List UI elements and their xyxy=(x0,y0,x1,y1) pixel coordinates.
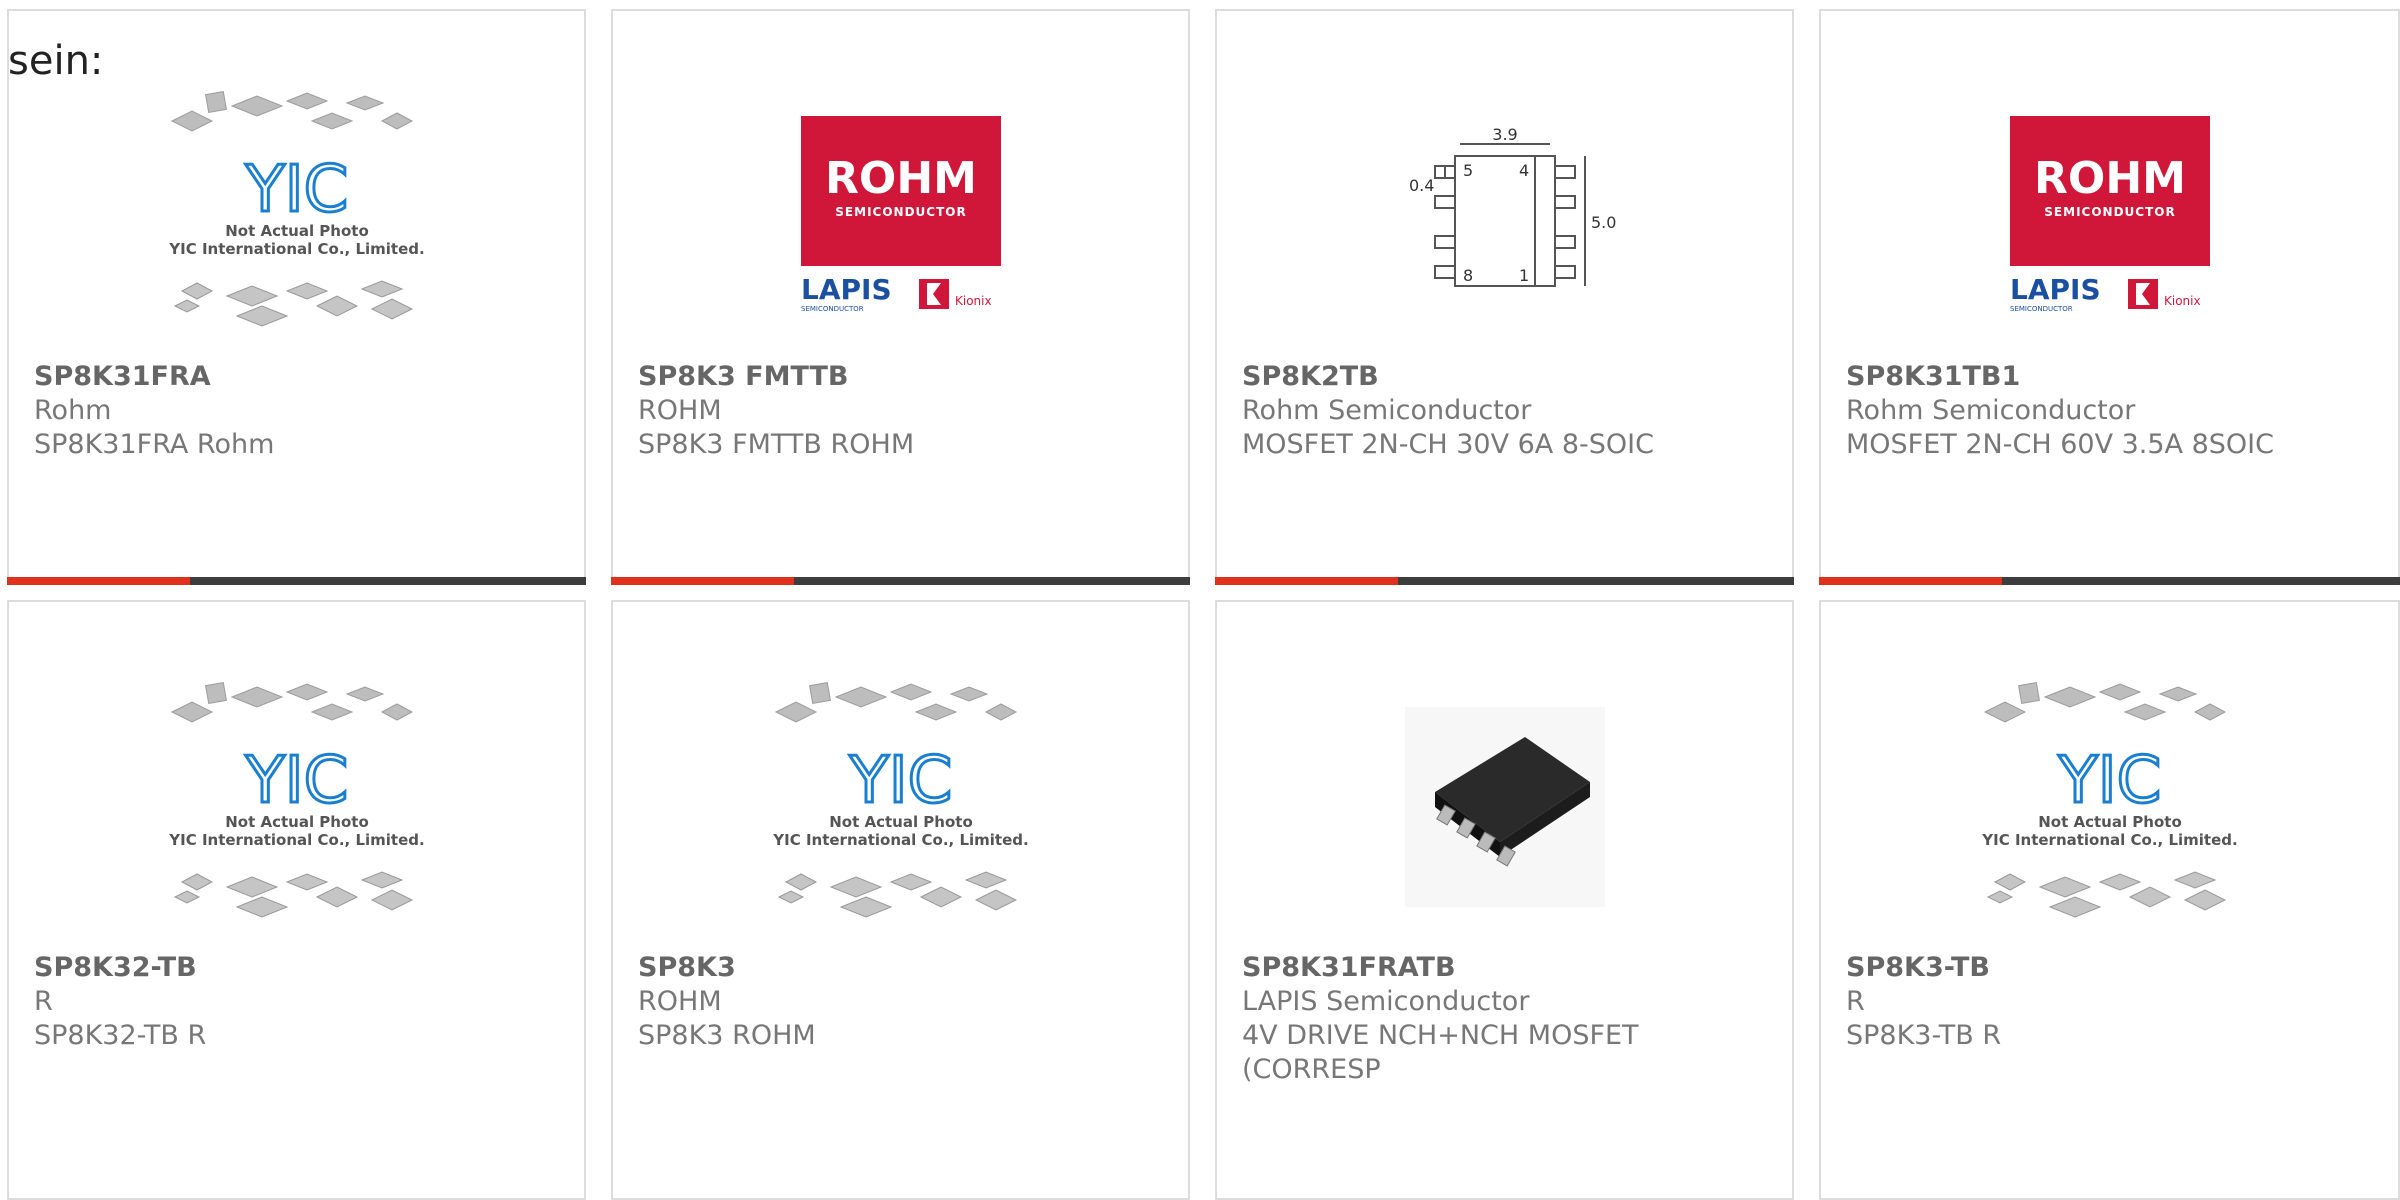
svg-text:SEMICONDUCTOR: SEMICONDUCTOR xyxy=(835,205,966,219)
product-description: SP8K3-TB R xyxy=(1846,1020,2002,1051)
svg-text:LAPIS: LAPIS xyxy=(801,273,892,306)
soic-diagram-image: 3.9 5.0 0.4 5 4 8 1 xyxy=(1409,125,1616,287)
product-description-line2: (CORRESP xyxy=(1242,1054,1381,1085)
product-image: YIC Not Actual Photo YIC International C… xyxy=(9,672,584,942)
product-manufacturer: Rohm Semiconductor xyxy=(1242,395,1532,426)
product-card[interactable]: YIC Not Actual Photo YIC International C… xyxy=(7,600,586,1200)
svg-text:SEMICONDUCTOR: SEMICONDUCTOR xyxy=(801,305,864,313)
intro-text: sein: xyxy=(8,38,104,84)
svg-text:YIC: YIC xyxy=(2057,744,2161,818)
product-description: MOSFET 2N-CH 60V 3.5A 8SOIC xyxy=(1846,429,2274,460)
card-accent-bar xyxy=(7,577,586,585)
svg-text:Not Actual Photo: Not Actual Photo xyxy=(829,813,973,831)
placeholder-line1: Not Actual Photo xyxy=(225,222,369,240)
card-accent-bar xyxy=(1215,577,1794,585)
product-part-number[interactable]: SP8K3 FMTTB xyxy=(638,361,848,392)
svg-text:8: 8 xyxy=(1463,266,1473,285)
product-image: YIC Not Actual Photo YIC International C… xyxy=(613,672,1188,942)
product-description: MOSFET 2N-CH 30V 6A 8-SOIC xyxy=(1242,429,1654,460)
product-card[interactable]: SP8K31FRATB LAPIS Semiconductor 4V DRIVE… xyxy=(1215,600,1794,1200)
product-manufacturer: Rohm Semiconductor xyxy=(1846,395,2136,426)
card-accent-bar xyxy=(611,577,1190,585)
product-image: ROHM SEMICONDUCTOR LAPIS SEMICONDUCTOR K… xyxy=(1821,81,2398,351)
product-image xyxy=(1217,672,1792,942)
product-manufacturer: ROHM xyxy=(638,395,722,426)
svg-text:SEMICONDUCTOR: SEMICONDUCTOR xyxy=(2010,305,2073,313)
placeholder-line2: YIC International Co., Limited. xyxy=(168,240,424,258)
product-manufacturer: R xyxy=(1846,986,1865,1017)
product-description: SP8K3 FMTTB ROHM xyxy=(638,429,915,460)
product-card[interactable]: YIC Not Actual Photo YIC International C… xyxy=(1819,600,2400,1200)
svg-text:SEMICONDUCTOR: SEMICONDUCTOR xyxy=(2044,205,2175,219)
product-manufacturer: ROHM xyxy=(638,986,722,1017)
product-image: ROHM SEMICONDUCTOR LAPIS SEMICONDUCTOR K… xyxy=(613,81,1188,351)
yic-placeholder-image: YIC Not Actual Photo YIC International C… xyxy=(772,682,1028,918)
product-part-number[interactable]: SP8K3 xyxy=(638,952,736,983)
svg-text:LAPIS: LAPIS xyxy=(2010,273,2101,306)
yic-placeholder-image: YIC Not Actual Photo YIC International C… xyxy=(168,91,424,327)
product-description: SP8K32-TB R xyxy=(34,1020,207,1051)
rohm-logo-image: ROHM SEMICONDUCTOR LAPIS SEMICONDUCTOR K… xyxy=(2009,116,2210,313)
product-description: 4V DRIVE NCH+NCH MOSFET xyxy=(1242,1020,1639,1051)
product-image: YIC Not Actual Photo YIC International C… xyxy=(1821,672,2398,942)
product-part-number[interactable]: SP8K2TB xyxy=(1242,361,1379,392)
product-manufacturer: LAPIS Semiconductor xyxy=(1242,986,1530,1017)
product-manufacturer: Rohm xyxy=(34,395,112,426)
svg-text:ROHM: ROHM xyxy=(825,153,977,204)
yic-placeholder-image: YIC Not Actual Photo YIC International C… xyxy=(168,682,424,918)
svg-text:Kionix: Kionix xyxy=(955,294,992,308)
svg-text:4: 4 xyxy=(1519,161,1529,180)
svg-text:YIC International Co., Limited: YIC International Co., Limited. xyxy=(772,831,1028,849)
svg-text:YIC International Co., Limited: YIC International Co., Limited. xyxy=(1981,831,2237,849)
soic-chip-photo-image xyxy=(1404,707,1605,907)
product-part-number[interactable]: SP8K31TB1 xyxy=(1846,361,2020,392)
svg-text:3.9: 3.9 xyxy=(1492,125,1517,144)
yic-placeholder-image: YIC Not Actual Photo YIC International C… xyxy=(1981,682,2237,918)
product-description: SP8K31FRA Rohm xyxy=(34,429,275,460)
svg-text:1: 1 xyxy=(1519,266,1529,285)
product-part-number[interactable]: SP8K32-TB xyxy=(34,952,197,983)
product-manufacturer: R xyxy=(34,986,53,1017)
svg-text:YIC: YIC xyxy=(848,744,952,818)
svg-text:5.0: 5.0 xyxy=(1591,213,1616,232)
rohm-logo-image: ROHM SEMICONDUCTOR LAPIS SEMICONDUCTOR K… xyxy=(800,116,1001,313)
product-part-number[interactable]: SP8K3-TB xyxy=(1846,952,1990,983)
product-part-number[interactable]: SP8K31FRA xyxy=(34,361,211,392)
product-image: YIC Not Actual Photo YIC International C… xyxy=(9,81,584,351)
svg-text:YIC: YIC xyxy=(244,744,348,818)
svg-text:5: 5 xyxy=(1463,161,1473,180)
svg-text:Not Actual Photo: Not Actual Photo xyxy=(225,813,369,831)
product-image: 3.9 5.0 0.4 5 4 8 1 xyxy=(1217,81,1792,351)
svg-text:Kionix: Kionix xyxy=(2164,294,2201,308)
product-card[interactable]: ROHM SEMICONDUCTOR LAPIS SEMICONDUCTOR K… xyxy=(1819,9,2400,585)
svg-text:Not Actual Photo: Not Actual Photo xyxy=(2038,813,2182,831)
product-card[interactable]: 3.9 5.0 0.4 5 4 8 1 SP8K2TB Rohm Semicon… xyxy=(1215,9,1794,585)
product-card[interactable]: YIC Not Actual Photo YIC International C… xyxy=(7,9,586,585)
product-card[interactable]: ROHM SEMICONDUCTOR LAPIS SEMICONDUCTOR K… xyxy=(611,9,1190,585)
svg-text:YIC International Co., Limited: YIC International Co., Limited. xyxy=(168,831,424,849)
svg-text:ROHM: ROHM xyxy=(2034,153,2186,204)
product-description: SP8K3 ROHM xyxy=(638,1020,816,1051)
product-part-number[interactable]: SP8K31FRATB xyxy=(1242,952,1456,983)
svg-text:0.4: 0.4 xyxy=(1409,176,1434,195)
yic-logo-text: YIC xyxy=(244,153,348,227)
card-accent-bar xyxy=(1819,577,2400,585)
product-card[interactable]: YIC Not Actual Photo YIC International C… xyxy=(611,600,1190,1200)
